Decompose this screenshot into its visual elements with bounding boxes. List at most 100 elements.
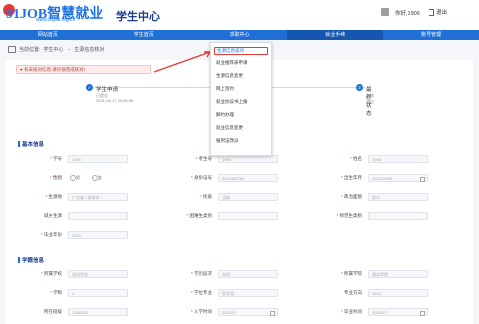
form-row: * 性别 男 女 * 身份证号 4403456789 * 出生年月 2021/09/06: [12, 174, 467, 183]
field-label-text: 城乡生源: [44, 213, 62, 218]
field-label: * 入学时间: [172, 309, 212, 315]
alert-text: ● 有未核对信息,请尽快完成核对!: [20, 66, 85, 72]
avatar[interactable]: [381, 8, 389, 16]
annotation-arrow: [153, 51, 211, 73]
field-label: * 政治面貌: [322, 194, 362, 200]
nav-student-home[interactable]: 学生首页: [96, 30, 192, 40]
logout-button[interactable]: 退出: [429, 8, 447, 16]
form-input[interactable]: 2022: [68, 231, 128, 239]
field-label-text: 所属学院: [344, 271, 362, 276]
step-number: 2: [356, 84, 363, 91]
input-value: 测试学校: [72, 272, 88, 277]
field-label-text: 生源地: [48, 194, 63, 199]
field-label-text: 学号: [53, 156, 62, 161]
form-input[interactable]: 4403456789: [218, 174, 278, 182]
nav-home[interactable]: 网站首页: [0, 30, 96, 40]
form-input[interactable]: 2021/07: [218, 308, 278, 316]
section-title: 基本信息: [22, 142, 45, 148]
breadcrumb-item[interactable]: 学生中心: [43, 46, 63, 53]
nav-employment-procedures[interactable]: 就业手续: [287, 30, 384, 40]
dropdown-menu-item[interactable]: 生源信息核对: [214, 47, 268, 55]
field-label-text: 民族: [203, 194, 212, 199]
section-title: 学籍信息: [22, 258, 45, 264]
calendar-icon[interactable]: [420, 311, 425, 316]
form-row: * 学号 1906 * 考生号 1906 * 姓名 1906: [12, 155, 467, 164]
logout-icon: [429, 8, 434, 16]
calendar-icon[interactable]: [270, 311, 275, 316]
field-label-text: 专业方向: [344, 290, 362, 295]
dropdown-menu-item[interactable]: 就业信息变更: [216, 125, 266, 131]
field-label: * 身份证号: [172, 175, 212, 181]
form-input[interactable]: 4243: [368, 289, 428, 297]
check-icon: ✓: [86, 84, 93, 91]
form-input[interactable]: [218, 212, 278, 220]
input-value: 广东省 / 深圳市: [72, 195, 100, 200]
input-value: 汉族: [222, 195, 230, 200]
input-value: 2021/07: [372, 310, 387, 315]
field-label: * 姓名: [322, 156, 362, 162]
section-marker: [18, 141, 20, 147]
field-label: * 学制: [22, 290, 62, 296]
field-label-text: 身份证号: [194, 175, 212, 180]
field-label-text: 入学时间: [194, 309, 212, 314]
dropdown-menu-item[interactable]: 解约办理: [216, 112, 266, 118]
form-input[interactable]: [68, 212, 128, 220]
step-title: 学生申请: [96, 87, 119, 93]
form-input[interactable]: 1906: [368, 155, 428, 163]
field-label-text: 所在班级: [44, 309, 62, 314]
nav-job-center[interactable]: 求职中心: [192, 30, 288, 40]
input-value: 1245234: [72, 310, 88, 315]
dropdown-menu-item[interactable]: 生源信息变更: [216, 73, 266, 79]
form-row: * 毕业年份 2022: [12, 231, 467, 240]
step-status: 审核通过: [366, 93, 374, 104]
field-label-text: 学位专业: [194, 290, 212, 295]
form-input[interactable]: 群众: [368, 193, 428, 201]
input-value: 1906: [222, 157, 231, 162]
field-label: * 考生号: [172, 156, 212, 162]
dropdown-menu-item[interactable]: 就业推荐表申请: [216, 60, 266, 66]
field-label: * 学号: [22, 156, 62, 162]
form-input[interactable]: 1906: [68, 155, 128, 163]
field-label: * 民族: [172, 194, 212, 200]
radio-label: 男: [76, 175, 80, 180]
form-row: 所在班级 1245234 * 入学时间 2021/07 * 毕业时间 2021/07: [12, 308, 467, 317]
field-label: * 毕业年份: [22, 232, 62, 238]
logout-label: 退出: [436, 10, 448, 16]
field-label-text: 学历层次: [194, 271, 212, 276]
radio-label: 女: [98, 175, 102, 180]
form-row: * 所属学校 测试学校 * 学历层次 本科 * 所属学院 测试学院: [12, 270, 467, 279]
form-input[interactable]: 本科: [218, 270, 278, 278]
form-input[interactable]: 2021/07: [368, 308, 428, 316]
calendar-icon[interactable]: [420, 177, 425, 182]
dropdown-menu-item[interactable]: 就业协议书上报: [216, 99, 266, 105]
field-label-text: 困难生类别: [189, 213, 213, 218]
form-row: 城乡生源 * 困难生类别 * 师范生类别: [12, 212, 467, 221]
field-label-text: 政治面貌: [344, 194, 362, 199]
form-input[interactable]: 1245234: [68, 308, 128, 316]
form-input[interactable]: 哲学类: [218, 289, 278, 297]
form-input[interactable]: 测试学校: [68, 270, 128, 278]
field-label-text: 性别: [53, 175, 62, 180]
form-row: * 学制 4 * 学位专业 哲学类 专业方向 4243: [12, 289, 467, 298]
form-input[interactable]: 广东省 / 深圳市: [68, 193, 128, 201]
form-input[interactable]: 2021/09/06: [368, 174, 428, 182]
form-input[interactable]: 测试学院: [368, 270, 428, 278]
field-label-text: 毕业年份: [44, 232, 62, 237]
main-nav: 网站首页 学生首页 求职中心 就业手续 账号管理: [0, 30, 479, 40]
nav-account[interactable]: 账号管理: [383, 30, 479, 40]
field-label: * 性别: [22, 175, 62, 181]
input-value: 2021/07: [222, 310, 237, 315]
field-label: * 所属学院: [322, 271, 362, 277]
field-label: * 师范生类别: [322, 213, 362, 219]
form-input[interactable]: [368, 212, 428, 220]
form-input[interactable]: 汉族: [218, 193, 278, 201]
dropdown-menu-item[interactable]: 报到证改派: [216, 138, 266, 144]
section-marker: [18, 257, 20, 263]
user-greeting[interactable]: 你好,1906: [395, 9, 420, 17]
form-input[interactable]: 1906: [218, 155, 278, 163]
input-value: 1906: [72, 157, 81, 162]
form-input[interactable]: 4: [68, 289, 128, 297]
input-value: 2022: [72, 233, 81, 238]
field-label: * 毕业时间: [322, 309, 362, 315]
dropdown-menu-item[interactable]: 网上签约: [216, 86, 266, 92]
